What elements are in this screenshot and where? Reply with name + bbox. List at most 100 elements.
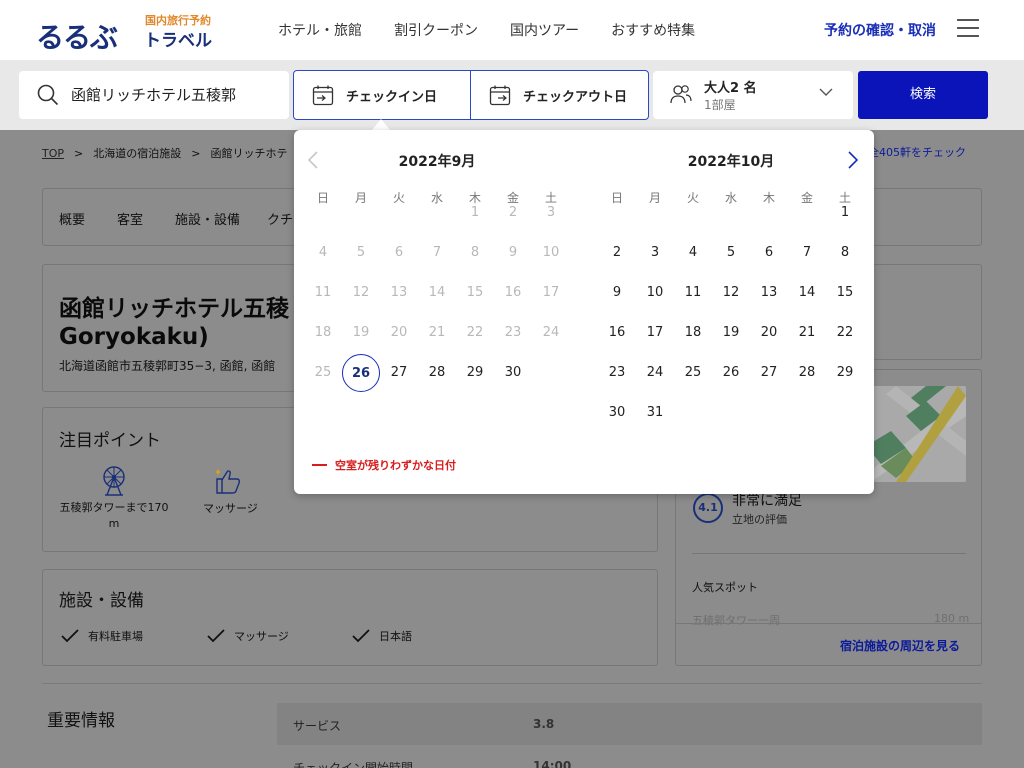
logo[interactable]: るるぶ 国内旅行予約 トラベル xyxy=(36,10,226,54)
calendar-day[interactable]: 3 xyxy=(636,234,674,272)
weekday-header: 月 xyxy=(648,191,661,205)
calendar-day: 17 xyxy=(542,285,560,300)
weekday-header: 火 xyxy=(686,191,699,205)
calendar-day[interactable]: 28 xyxy=(418,354,456,392)
calendar-day: 24 xyxy=(542,325,560,340)
calendar-day: 22 xyxy=(466,325,484,340)
facility-parking: 有料駐車場 xyxy=(61,628,143,644)
check-all-link[interactable]: 全405軒をチェック xyxy=(868,144,966,160)
popular-spots-title: 人気スポット xyxy=(692,581,758,594)
calendar-day[interactable]: 18 xyxy=(674,314,712,352)
popular-spot-item: 五稜郭タワー一周 xyxy=(692,614,780,627)
guests-field[interactable]: 大人2 名 1部屋 xyxy=(653,71,853,119)
calendar-day[interactable]: 17 xyxy=(636,314,674,352)
hotel-name-line2: Goryokaku) xyxy=(59,324,209,350)
calendar-day[interactable]: 1 xyxy=(826,194,864,232)
calendar-day[interactable]: 12 xyxy=(712,274,750,312)
calendar-day[interactable]: 29 xyxy=(456,354,494,392)
calendar-day[interactable]: 27 xyxy=(380,354,418,392)
reservation-check-link[interactable]: 予約の確認・取消 xyxy=(824,20,936,40)
calendar-day: 4 xyxy=(318,245,328,260)
important-row-checkin: チェックイン開始時間 14:00 xyxy=(293,759,572,768)
calendar-day[interactable]: 19 xyxy=(712,314,750,352)
tab-facilities[interactable]: 施設・設備 xyxy=(175,209,240,228)
calendar-day: 16 xyxy=(504,285,522,300)
calendar-day[interactable]: 25 xyxy=(674,354,712,392)
calendar-day[interactable]: 30 xyxy=(494,354,532,392)
calendar-day[interactable]: 23 xyxy=(598,354,636,392)
tab-rooms[interactable]: 客室 xyxy=(117,209,143,228)
checkin-field[interactable]: チェックイン日 xyxy=(294,71,471,119)
important-info-title: 重要情報 xyxy=(47,711,115,731)
calendar-day: 13 xyxy=(390,285,408,300)
calendar-day[interactable]: 5 xyxy=(712,234,750,272)
calendar-day: 5 xyxy=(356,245,366,260)
calendar-day[interactable]: 31 xyxy=(636,394,674,432)
calendar-day: 18 xyxy=(314,325,332,340)
calendar-day[interactable]: 6 xyxy=(750,234,788,272)
map-thumbnail[interactable] xyxy=(866,386,966,482)
important-row-service: サービス 3.8 xyxy=(277,703,982,745)
calendar-day[interactable]: 24 xyxy=(636,354,674,392)
location-score-badge: 4.1 xyxy=(693,493,723,523)
calendar-day[interactable]: 14 xyxy=(788,274,826,312)
nav-tours[interactable]: 国内ツアー xyxy=(510,20,579,40)
calendar-day[interactable]: 4 xyxy=(674,234,712,272)
nav-features[interactable]: おすすめ特集 xyxy=(611,20,695,40)
weekday-header: 火 xyxy=(392,191,405,205)
calendar-day: 11 xyxy=(314,285,332,300)
nav-hotels[interactable]: ホテル・旅館 xyxy=(278,20,362,40)
hotel-address: 北海道函館市五稜郭町35−3, 函館, 函館 xyxy=(59,359,276,373)
weekday-header: 日 xyxy=(610,191,623,205)
breadcrumb-hotel: 函館リッチホテ xyxy=(210,147,288,160)
checkout-field[interactable]: チェックアウト日 xyxy=(471,71,648,119)
calendar-legend: 空室が残りわずかな日付 xyxy=(312,457,456,473)
calendar-day[interactable]: 20 xyxy=(750,314,788,352)
calendar-day[interactable]: 27 xyxy=(750,354,788,392)
calendar-day: 6 xyxy=(394,245,404,260)
view-surroundings-link[interactable]: 宿泊施設の周辺を見る xyxy=(840,637,960,654)
calendar-day[interactable]: 22 xyxy=(826,314,864,352)
calendar-day[interactable]: 26 xyxy=(712,354,750,392)
calendar-pointer xyxy=(372,119,390,130)
calendar-day[interactable]: 21 xyxy=(788,314,826,352)
date-picker-popup: 2022年9月 日月火水木金土 1 2 3 4 5 6 7 8 9 10 11 12 13 14 15 16 17… xyxy=(294,130,874,494)
hotel-name: 函館リッチホテル五稜 xyxy=(59,296,289,322)
calendar-day[interactable]: 7 xyxy=(788,234,826,272)
calendar-day[interactable]: 30 xyxy=(598,394,636,432)
calendar-day: 2 xyxy=(508,205,518,220)
facilities-title: 施設・設備 xyxy=(59,591,144,611)
calendar-day[interactable]: 8 xyxy=(826,234,864,272)
calendar-day[interactable]: 2 xyxy=(598,234,636,272)
search-bar: 函館リッチホテル五稜郭 チェックイン日 チェックアウト日 大人2 名 1部屋 検… xyxy=(0,60,1024,130)
destination-value: 函館リッチホテル五稜郭 xyxy=(71,86,237,104)
tab-reviews[interactable]: クチ xyxy=(267,209,293,228)
check-icon xyxy=(207,629,225,643)
breadcrumb-top[interactable]: TOP xyxy=(42,147,64,160)
calendar-day[interactable]: 13 xyxy=(750,274,788,312)
highlight-massage: マッサージ xyxy=(203,502,258,515)
calendar-day[interactable]: 29 xyxy=(826,354,864,392)
calendar-day[interactable]: 11 xyxy=(674,274,712,312)
calendar-day[interactable]: 16 xyxy=(598,314,636,352)
destination-field[interactable]: 函館リッチホテル五稜郭 xyxy=(19,71,289,119)
menu-icon[interactable] xyxy=(957,19,979,37)
guests-value: 大人2 名 xyxy=(704,81,757,96)
breadcrumb-hokkaido[interactable]: 北海道の宿泊施設 xyxy=(93,147,181,160)
calendar-day[interactable]: 15 xyxy=(826,274,864,312)
calendar-day[interactable]: 26 xyxy=(342,354,380,392)
calendar-day[interactable]: 10 xyxy=(636,274,674,312)
calendar-day: 15 xyxy=(466,285,484,300)
ferris-wheel-icon xyxy=(103,466,125,496)
calendar-day[interactable]: 28 xyxy=(788,354,826,392)
facilities-card: 施設・設備 有料駐車場 マッサージ 日本語 xyxy=(42,569,658,666)
calendar-day[interactable]: 9 xyxy=(598,274,636,312)
checkout-label: チェックアウト日 xyxy=(523,90,628,105)
check-icon xyxy=(352,629,370,643)
search-button[interactable]: 検索 xyxy=(858,71,988,119)
nav-coupons[interactable]: 割引クーポン xyxy=(394,20,478,40)
date-range-field: チェックイン日 チェックアウト日 xyxy=(293,70,649,120)
calendar-month-oct: 2022年10月 日月火水木金土 1 2 3 4 5 6 7 8 9 10 11 12 13 14 15 16 1… xyxy=(598,130,864,450)
tab-overview[interactable]: 概要 xyxy=(59,209,85,228)
calendar-day: 12 xyxy=(352,285,370,300)
